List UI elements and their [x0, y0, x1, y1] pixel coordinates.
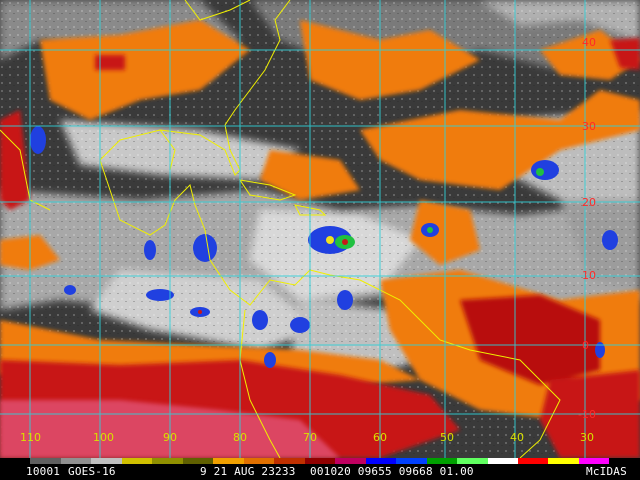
- lon-label-30: 30: [580, 431, 594, 444]
- status-time-fields: 001020 09655 09668 01.00: [310, 465, 474, 478]
- status-software: McIDAS: [586, 465, 627, 478]
- lon-label-90: 90: [163, 431, 177, 444]
- lat-label-0: 0: [582, 339, 589, 352]
- lat-label-20: 20: [582, 196, 596, 209]
- satellite-viewer: 110 100 90 80 70 60 50 40 30 40 30 20 10…: [0, 0, 640, 480]
- lat-label-10: 10: [582, 269, 596, 282]
- lon-label-50: 50: [440, 431, 454, 444]
- lon-label-70: 70: [303, 431, 317, 444]
- status-date: 9 21 AUG 23233: [200, 465, 296, 478]
- colorbar-footer: 10001 GOES-16 9 21 AUG 23233 001020 0965…: [0, 458, 640, 480]
- lat-label-30: 30: [582, 120, 596, 133]
- status-satellite: GOES-16: [68, 465, 116, 478]
- lat-label-40: 40: [582, 36, 596, 49]
- lat-label-minus10: -10: [578, 408, 596, 421]
- lon-label-80: 80: [233, 431, 247, 444]
- status-line: 10001 GOES-16 9 21 AUG 23233 001020 0965…: [0, 464, 640, 480]
- lon-label-100: 100: [93, 431, 114, 444]
- lon-label-110: 110: [20, 431, 41, 444]
- lon-label-60: 60: [373, 431, 387, 444]
- water-vapor-image: 110 100 90 80 70 60 50 40 30 40 30 20 10…: [0, 0, 640, 458]
- lon-label-40: 40: [510, 431, 524, 444]
- status-code: 10001: [26, 465, 61, 478]
